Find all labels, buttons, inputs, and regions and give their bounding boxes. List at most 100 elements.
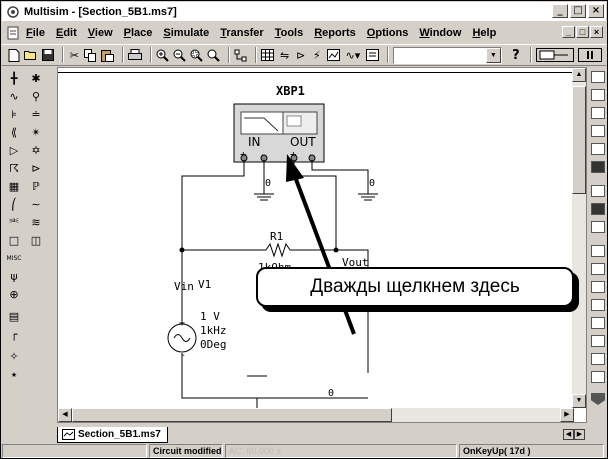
scroll-down-icon[interactable]: ▼ [572,394,586,408]
diode-icon[interactable]: ⊧ [5,107,23,123]
help-button[interactable]: ? [510,48,522,63]
network-analyzer-icon[interactable] [591,317,605,329]
component-wizard-icon[interactable]: ⊳ [295,48,307,63]
zoom-fit-icon[interactable] [207,48,221,63]
menu-reports[interactable]: Reports [314,27,356,39]
scroll-right-icon[interactable]: ▶ [560,408,574,422]
description-icon[interactable] [365,48,379,63]
scroll-left-icon[interactable]: ◀ [58,408,72,422]
analysis-icon[interactable]: ∿▾ [344,48,362,63]
four-channel-scope-icon[interactable] [591,143,605,155]
zoom-in-icon[interactable] [156,48,170,63]
rf-icon[interactable]: ψ [5,269,23,285]
close-button[interactable]: × [588,4,604,18]
vertical-scrollbar[interactable]: ▲ ▼ [572,68,586,408]
agilent-generator-icon[interactable] [591,335,605,347]
cmos-icon[interactable]: ▦ [5,179,23,195]
hierarchy-icon[interactable] [234,48,247,63]
doc-restore-button[interactable]: □ [576,26,589,38]
frequency-counter-icon[interactable] [591,185,605,197]
rated-virtual-icon[interactable]: ≐ [27,107,45,123]
misc-icon[interactable]: MISC [5,251,23,267]
transistor-icon[interactable]: ⟪ [5,125,23,141]
menu-window[interactable]: Window [419,27,461,39]
word-generator-icon[interactable] [591,203,605,215]
menu-help[interactable]: Help [472,27,496,39]
bode-plotter-instrument[interactable]: IN OUT + - + - [233,103,325,163]
ladder-icon[interactable]: ▤ [5,309,23,325]
measurement-icon[interactable]: ✡ [27,143,45,159]
signal-icon[interactable]: ≋ [27,215,45,231]
menu-file[interactable]: File [26,27,45,39]
paste-icon[interactable] [101,48,115,63]
iv-analyzer-icon[interactable] [591,263,605,275]
vertical-scroll-thumb[interactable] [572,86,586,194]
ac-source-symbol[interactable]: + - [167,318,197,361]
multimeter-icon[interactable] [591,71,605,83]
run-switch-icon[interactable] [535,48,574,63]
ttl-icon[interactable]: ☈ [5,161,23,177]
combo-dropdown-arrow-icon[interactable]: ▼ [485,47,501,63]
three-d-icon[interactable]: ✴ [27,125,45,141]
menu-edit[interactable]: Edit [56,27,77,39]
meter-icon[interactable]: ◫ [27,233,45,249]
measurement-probe-icon[interactable] [591,393,605,405]
distortion-analyzer-icon[interactable] [591,281,605,293]
spreadsheet-icon[interactable] [261,48,275,63]
postprocessor-icon[interactable]: ⚡ [311,48,323,63]
horizontal-scrollbar[interactable]: ◀ ▶ [58,408,574,422]
tab-next-icon[interactable]: ▶ [574,429,585,440]
source-icon[interactable]: ╋ [5,71,23,87]
zoom-out-icon[interactable] [173,48,187,63]
mixed-icon[interactable]: ⎃ [5,215,23,231]
menu-options[interactable]: Options [367,27,409,39]
function-generator-icon[interactable] [591,89,605,101]
print-icon[interactable] [128,48,143,63]
indicator-icon[interactable]: □ [5,233,23,249]
tab-prev-icon[interactable]: ◀ [563,429,574,440]
mcu-icon[interactable]: ✧ [5,349,23,365]
logic-analyzer-inst-icon[interactable] [591,221,605,233]
open-icon[interactable] [24,48,38,63]
logic-converter-icon[interactable] [591,245,605,257]
menu-transfer[interactable]: Transfer [220,27,263,39]
wattmeter-icon[interactable] [591,107,605,119]
agilent-scope-icon[interactable] [591,371,605,383]
menu-place[interactable]: Place [124,27,153,39]
copy-icon[interactable] [84,48,97,63]
hierarchy-block-icon[interactable]: ★ [5,367,23,383]
database-icon[interactable]: ⇋ [278,48,290,63]
save-icon[interactable] [42,48,55,63]
bode-plotter-icon[interactable] [591,161,605,173]
zoom-area-icon[interactable] [190,48,204,63]
doc-close-button[interactable]: × [590,26,603,38]
electromechanical-icon[interactable]: ⊕ [5,287,23,303]
maximize-button[interactable]: □ [570,4,586,18]
minimize-button[interactable]: _ [552,4,568,18]
virtual-instrument-icon[interactable]: ⚲ [27,89,45,105]
analog-icon[interactable]: ▷ [5,143,23,159]
oscilloscope-icon[interactable] [591,125,605,137]
connector-icon[interactable]: ┌ [5,327,23,343]
logic-analyzer-icon[interactable]: ℙ [27,179,45,195]
wave-icon[interactable]: ∼ [27,197,45,213]
pause-button-icon[interactable] [577,48,602,63]
tab-section-5b1[interactable]: Section_5B1.ms7 [57,427,168,443]
in-use-list-combo[interactable]: ▼ [392,46,502,64]
misc-digital-icon[interactable]: ⎛ [5,197,23,213]
menu-tools[interactable]: Tools [275,27,304,39]
misc-virtual-icon[interactable]: ⊳ [27,161,45,177]
document-icon[interactable] [6,26,20,40]
resistor-symbol[interactable] [265,242,291,258]
doc-minimize-button[interactable]: _ [562,26,575,38]
horizontal-scroll-thumb[interactable] [72,408,392,422]
scroll-up-icon[interactable]: ▲ [572,68,586,82]
menu-view[interactable]: View [88,27,113,39]
cut-icon[interactable]: ✂ [68,48,80,63]
schematic-canvas[interactable]: XBP1 IN OUT + - + - R1 Vout Vin V1 + - 1… [57,67,587,423]
spectrum-analyzer-icon[interactable] [591,299,605,311]
menu-simulate[interactable]: Simulate [163,27,209,39]
new-icon[interactable] [8,48,20,63]
probe-icon[interactable]: ✱ [27,71,45,87]
grapher-icon[interactable] [326,48,340,63]
